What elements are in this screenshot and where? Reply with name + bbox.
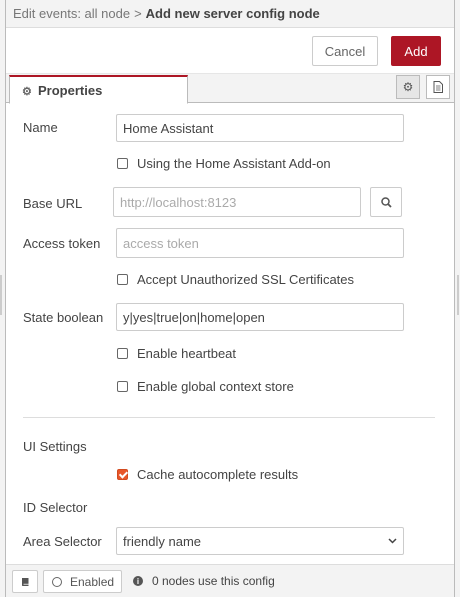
addon-checkbox-row[interactable]: Using the Home Assistant Add-on [117, 156, 331, 171]
base-url-label: Base URL [23, 196, 83, 211]
tab-properties-label: Properties [38, 83, 103, 98]
access-token-label: Access token [23, 236, 101, 251]
heartbeat-checkbox-label: Enable heartbeat [137, 346, 237, 361]
settings-tab-button[interactable]: ⚙ [396, 75, 420, 99]
ssl-checkbox[interactable] [117, 274, 128, 285]
search-button[interactable] [370, 187, 402, 217]
gear-icon: ⚙ [402, 80, 414, 94]
gear-icon: ⚙ [22, 86, 32, 98]
tab-properties[interactable]: ⚙ Properties [9, 75, 188, 104]
search-icon [380, 196, 392, 208]
chevron-down-icon [388, 536, 397, 547]
ssl-checkbox-label: Accept Unauthorized SSL Certificates [137, 272, 355, 287]
area-selector-select[interactable]: friendly name [116, 527, 404, 555]
document-icon [433, 81, 443, 93]
enabled-toggle[interactable]: Enabled [43, 570, 122, 593]
section-divider [23, 417, 435, 418]
global-context-checkbox-label: Enable global context store [137, 379, 294, 394]
base-url-input[interactable]: http://localhost:8123 [113, 187, 361, 217]
tray-footer: Enabled i 0 nodes use this config [6, 564, 454, 597]
ssl-checkbox-row[interactable]: Accept Unauthorized SSL Certificates [117, 272, 354, 287]
id-selector-label: ID Selector [23, 500, 88, 515]
breadcrumb: Edit events: all node > Add new server con… [6, 0, 454, 28]
name-input[interactable]: Home Assistant [116, 114, 404, 142]
heartbeat-checkbox-row[interactable]: Enable heartbeat [117, 346, 236, 361]
addon-checkbox-label: Using the Home Assistant Add-on [137, 156, 331, 171]
edit-tray: Edit events: all node > Add new server con… [5, 0, 455, 597]
cache-checkbox-row[interactable]: Cache autocomplete results [117, 467, 298, 482]
page-title: Add new server config node [145, 6, 320, 21]
usage-text: 0 nodes use this config [152, 574, 275, 588]
tab-bar: ⚙ Properties ⚙ [6, 74, 454, 104]
help-button[interactable] [12, 570, 38, 593]
addon-checkbox[interactable] [117, 158, 128, 169]
right-resize-grip[interactable] [457, 275, 459, 315]
ui-settings-heading: UI Settings [23, 439, 87, 454]
cache-checkbox-label: Cache autocomplete results [137, 467, 299, 482]
enabled-label: Enabled [70, 574, 115, 589]
area-selector-value: friendly name [123, 533, 202, 549]
area-selector-label: Area Selector [23, 534, 102, 549]
name-label: Name [23, 120, 58, 135]
book-icon [21, 577, 28, 586]
tray-toolbar: Cancel Add [6, 29, 454, 74]
global-context-checkbox-row[interactable]: Enable global context store [117, 379, 294, 394]
access-token-input[interactable]: access token [116, 228, 404, 258]
breadcrumb-parent[interactable]: Edit events: all node [13, 6, 130, 21]
properties-form: Name Home Assistant Using the Home Assis… [6, 104, 454, 564]
global-context-checkbox[interactable] [117, 381, 128, 392]
breadcrumb-separator: > [134, 6, 142, 21]
cancel-button[interactable]: Cancel [312, 36, 378, 66]
state-boolean-input[interactable]: y|yes|true|on|home|open [116, 303, 404, 331]
usage-info: i 0 nodes use this config [133, 574, 275, 588]
info-icon: i [133, 576, 143, 586]
cache-checkbox[interactable] [117, 469, 128, 480]
description-tab-button[interactable] [426, 75, 450, 99]
add-button[interactable]: Add [391, 36, 441, 66]
toggle-circle-icon [52, 576, 62, 587]
heartbeat-checkbox[interactable] [117, 348, 128, 359]
left-resize-grip[interactable] [0, 275, 2, 315]
state-boolean-label: State boolean [23, 310, 104, 325]
